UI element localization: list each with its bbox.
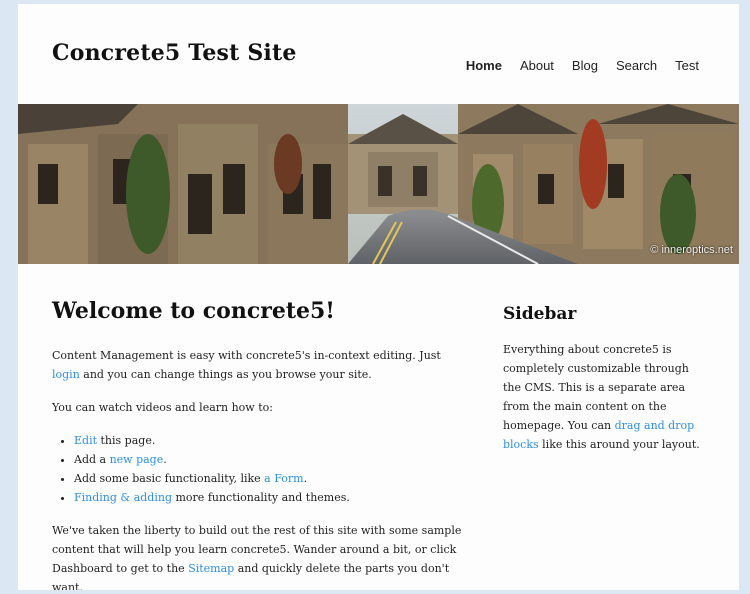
- nav-item-home[interactable]: Home: [466, 58, 502, 73]
- intro-text: Content Management is easy with concrete…: [52, 349, 441, 362]
- sidebar-text: Everything about concrete5 is completely…: [503, 343, 700, 451]
- videos-paragraph: You can watch videos and learn how to:: [52, 401, 273, 414]
- login-link[interactable]: login: [52, 368, 80, 381]
- sitemap-link[interactable]: Sitemap: [188, 562, 234, 575]
- hero-image: © inneroptics.net: [18, 104, 739, 264]
- sidebar-heading: Sidebar: [503, 304, 577, 324]
- village-street-illustration: [18, 104, 739, 264]
- edit-link[interactable]: Edit: [74, 434, 97, 447]
- list-item: Edit this page.: [74, 431, 462, 450]
- nav-item-blog[interactable]: Blog: [572, 58, 598, 73]
- list-item: Add some basic functionality, like a For…: [74, 469, 462, 488]
- intro-text-end: and you can change things as you browse …: [79, 368, 372, 381]
- main-nav: Home About Blog Search Test: [448, 58, 699, 73]
- intro-paragraph: Content Management is easy with concrete…: [52, 346, 462, 384]
- page-heading: Welcome to concrete5!: [52, 298, 335, 324]
- nav-item-search[interactable]: Search: [616, 58, 657, 73]
- sidebar: Sidebar Everything about concrete5 is co…: [503, 304, 703, 468]
- nav-item-test[interactable]: Test: [675, 58, 699, 73]
- form-link[interactable]: a Form: [264, 472, 303, 485]
- site-title[interactable]: Concrete5 Test Site: [52, 40, 297, 66]
- page-container: Concrete5 Test Site Home About Blog Sear…: [17, 4, 740, 590]
- nav-item-about[interactable]: About: [520, 58, 554, 73]
- main-content: Welcome to concrete5! Content Management…: [52, 298, 462, 590]
- list-item: Add a new page.: [74, 450, 462, 469]
- howto-list: Edit this page. Add a new page. Add some…: [52, 431, 462, 507]
- finding-adding-link[interactable]: Finding & adding: [74, 491, 172, 504]
- photo-credit-watermark: © inneroptics.net: [650, 244, 733, 256]
- outro-paragraph: We've taken the liberty to build out the…: [52, 521, 462, 590]
- new-page-link[interactable]: new page: [110, 453, 164, 466]
- list-item: Finding & adding more functionality and …: [74, 488, 462, 507]
